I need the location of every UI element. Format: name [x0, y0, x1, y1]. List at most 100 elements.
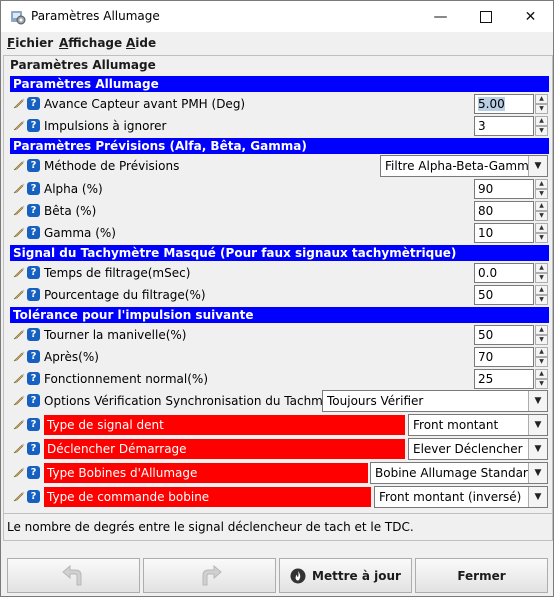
pourcentage-filtrage-input[interactable]: 50 — [474, 285, 534, 305]
menu-fichier-mnemonic: F — [7, 36, 16, 50]
spinner-up-icon[interactable]: ▲ — [535, 369, 548, 379]
menu-aide[interactable]: Aide — [126, 36, 156, 50]
spinner-down-icon[interactable]: ▼ — [535, 211, 548, 221]
maximize-icon — [479, 10, 492, 23]
minimize-icon: — — [433, 8, 448, 25]
edit-icon[interactable] — [13, 442, 25, 454]
chevron-down-icon[interactable]: ▼ — [528, 439, 547, 459]
spinner-up-icon[interactable]: ▲ — [535, 347, 548, 357]
chevron-down-icon[interactable]: ▼ — [528, 391, 547, 411]
apres-spinner[interactable]: 70 ▲ ▼ — [474, 347, 548, 367]
alpha-spinner[interactable]: 90 ▲ ▼ — [474, 179, 548, 199]
menu-affichage[interactable]: Affichage — [59, 36, 122, 50]
help-icon[interactable]: ? — [27, 350, 40, 363]
spinner-down-icon[interactable]: ▼ — [535, 104, 548, 114]
impulsions-input[interactable]: 3 — [474, 116, 534, 136]
avance-capteur-input[interactable]: 5.00 — [474, 94, 534, 114]
temps-filtrage-spinner[interactable]: 0.0 ▲ ▼ — [474, 263, 548, 283]
spinner-down-icon[interactable]: ▼ — [535, 379, 548, 389]
edit-icon[interactable] — [13, 97, 25, 109]
spinner-up-icon[interactable]: ▲ — [535, 223, 548, 233]
help-icon[interactable]: ? — [27, 204, 40, 217]
spinner-down-icon[interactable]: ▼ — [535, 357, 548, 367]
help-icon[interactable]: ? — [27, 372, 40, 385]
spinner-up-icon[interactable]: ▲ — [535, 201, 548, 211]
spinner-up-icon[interactable]: ▲ — [535, 94, 548, 104]
help-icon[interactable]: ? — [27, 288, 40, 301]
spinner-down-icon[interactable]: ▼ — [535, 273, 548, 283]
undo-button[interactable] — [7, 558, 140, 593]
edit-icon[interactable] — [13, 288, 25, 300]
redo-button[interactable] — [143, 558, 276, 593]
gamma-spinner[interactable]: 10 ▲ ▼ — [474, 223, 548, 243]
help-icon[interactable]: ? — [27, 490, 40, 503]
row-label: Temps de filtrage(mSec) — [44, 266, 191, 280]
help-icon[interactable]: ? — [27, 466, 40, 479]
type-signal-dent-select[interactable]: Front montant ▼ — [408, 414, 548, 436]
help-icon[interactable]: ? — [27, 159, 40, 172]
help-icon[interactable]: ? — [27, 442, 40, 455]
spinner-up-icon[interactable]: ▲ — [535, 179, 548, 189]
edit-icon[interactable] — [13, 350, 25, 362]
edit-icon[interactable] — [13, 119, 25, 131]
close-dialog-button[interactable]: Fermer — [415, 558, 548, 593]
edit-icon[interactable] — [13, 466, 25, 478]
tourner-manivelle-spinner[interactable]: 50 ▲ ▼ — [474, 325, 548, 345]
app-icon — [11, 11, 26, 25]
beta-input[interactable]: 80 — [474, 201, 534, 221]
fonctionnement-normal-spinner[interactable]: 25 ▲ ▼ — [474, 369, 548, 389]
type-signal-dent-value: Front montant — [413, 418, 499, 432]
chevron-down-icon[interactable]: ▼ — [528, 415, 547, 435]
type-bobines-select[interactable]: Bobine Allumage Standard ▼ — [370, 462, 548, 484]
edit-icon[interactable] — [13, 372, 25, 384]
spinner-up-icon[interactable]: ▲ — [535, 116, 548, 126]
edit-icon[interactable] — [13, 328, 25, 340]
edit-icon[interactable] — [13, 266, 25, 278]
edit-icon[interactable] — [13, 490, 25, 502]
help-icon[interactable]: ? — [27, 119, 40, 132]
apres-input[interactable]: 70 — [474, 347, 534, 367]
help-icon[interactable]: ? — [27, 328, 40, 341]
avance-capteur-spinner[interactable]: 5.00 ▲ ▼ — [474, 94, 548, 114]
beta-spinner[interactable]: 80 ▲ ▼ — [474, 201, 548, 221]
spinner-down-icon[interactable]: ▼ — [535, 233, 548, 243]
spinner-up-icon[interactable]: ▲ — [535, 285, 548, 295]
help-icon[interactable]: ? — [27, 394, 40, 407]
spinner-up-icon[interactable]: ▲ — [535, 263, 548, 273]
help-icon[interactable]: ? — [27, 97, 40, 110]
minimize-button[interactable]: — — [418, 1, 463, 32]
chevron-down-icon[interactable]: ▼ — [528, 156, 547, 176]
chevron-down-icon[interactable]: ▼ — [528, 463, 547, 483]
pourcentage-filtrage-spinner[interactable]: 50 ▲ ▼ — [474, 285, 548, 305]
spinner-up-icon[interactable]: ▲ — [535, 325, 548, 335]
maximize-button[interactable] — [463, 1, 508, 32]
fonctionnement-normal-input[interactable]: 25 — [474, 369, 534, 389]
update-button[interactable]: Mettre à jour — [279, 558, 412, 593]
impulsions-spinner[interactable]: 3 ▲ ▼ — [474, 116, 548, 136]
edit-icon[interactable] — [13, 394, 25, 406]
edit-icon[interactable] — [13, 182, 25, 194]
spinner-down-icon[interactable]: ▼ — [535, 335, 548, 345]
close-button[interactable]: ✕ — [508, 1, 553, 32]
edit-icon[interactable] — [13, 159, 25, 171]
help-icon[interactable]: ? — [27, 418, 40, 431]
edit-icon[interactable] — [13, 226, 25, 238]
menu-fichier[interactable]: Fichier — [7, 36, 53, 50]
help-icon[interactable]: ? — [27, 182, 40, 195]
alpha-input[interactable]: 90 — [474, 179, 534, 199]
declencher-demarrage-select[interactable]: Elever Déclencher ▼ — [408, 438, 548, 460]
spinner-down-icon[interactable]: ▼ — [535, 126, 548, 136]
spinner-down-icon[interactable]: ▼ — [535, 295, 548, 305]
edit-icon[interactable] — [13, 204, 25, 216]
gamma-input[interactable]: 10 — [474, 223, 534, 243]
edit-icon[interactable] — [13, 418, 25, 430]
help-icon[interactable]: ? — [27, 226, 40, 239]
tourner-manivelle-input[interactable]: 50 — [474, 325, 534, 345]
options-verification-select[interactable]: Toujours Vérifier ▼ — [322, 390, 548, 412]
methode-previsions-select[interactable]: Filtre Alpha-Beta-Gamma ▼ — [380, 155, 548, 177]
spinner-down-icon[interactable]: ▼ — [535, 189, 548, 199]
type-commande-bobine-select[interactable]: Front montant (inversé) ▼ — [374, 486, 548, 508]
help-icon[interactable]: ? — [27, 266, 40, 279]
chevron-down-icon[interactable]: ▼ — [528, 487, 547, 507]
temps-filtrage-input[interactable]: 0.0 — [474, 263, 534, 283]
